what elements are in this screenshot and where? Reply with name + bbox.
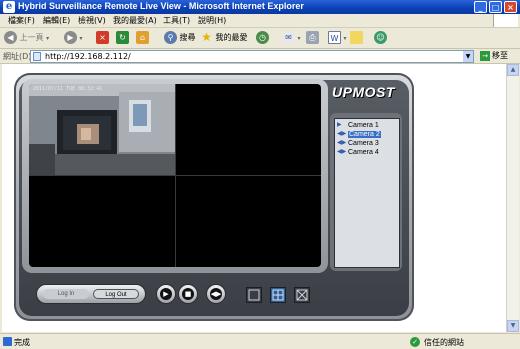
stop-button[interactable]: × (96, 31, 109, 45)
refresh-button[interactable]: ↻ (116, 31, 129, 45)
word-icon: W (328, 31, 341, 44)
layout-single-button[interactable] (246, 287, 262, 303)
camera-label: Camera 3 (348, 140, 379, 147)
mail-icon: ✉ (282, 31, 295, 44)
page-done-icon (3, 337, 12, 346)
menu-view[interactable]: 檢視(V) (78, 15, 106, 26)
record-button[interactable]: ◀▶ (206, 284, 226, 304)
folder-icon (350, 31, 363, 44)
layout-sequence-icon (296, 289, 308, 301)
go-label: 移至 (492, 51, 508, 60)
page-icon (33, 52, 41, 61)
go-arrow-icon: → (480, 50, 490, 61)
address-label: 網址(D) (3, 52, 32, 61)
menu-help[interactable]: 說明(H) (198, 15, 226, 26)
session-controls: Log In Log Out (36, 284, 146, 304)
login-button[interactable]: Log In (43, 289, 89, 299)
forward-button[interactable]: ▶ ▾ (64, 31, 83, 45)
camera-item-1[interactable]: ▶ Camera 1 (337, 122, 397, 130)
camera-list: ▶ Camera 1 ◀▶ Camera 2 ◀▶ Camera 3 ◀▶ Camera… (334, 118, 400, 268)
toolbar: ◀ 上一頁 ▾ ▶ ▾ × ↻ ⌂ ⚲ 搜尋 ★ 我的最愛 ◷ ✉ ▾ ⎙ W … (0, 28, 520, 49)
stop-icon: × (96, 31, 109, 44)
vertical-scrollbar[interactable]: ▲ ▼ (506, 64, 519, 332)
menu-bar: 檔案(F) 編輯(E) 檢視(V) 我的最愛(A) 工具(T) 說明(H) (0, 14, 520, 28)
layout-sequence-button[interactable] (294, 287, 310, 303)
history-icon: ◷ (256, 31, 269, 44)
windows-logo-icon (493, 14, 518, 27)
messenger-button[interactable]: ☺ (374, 31, 387, 45)
layout-quad-button[interactable] (270, 287, 286, 303)
scroll-down-icon[interactable]: ▼ (507, 320, 519, 332)
stop-video-button[interactable]: ■ (178, 284, 198, 304)
mail-button[interactable]: ✉ ▾ (282, 31, 301, 45)
address-url: http://192.168.2.112/ (45, 52, 131, 61)
camera-icon: ◀▶ (337, 149, 347, 156)
logout-button[interactable]: Log Out (93, 289, 139, 299)
refresh-icon: ↻ (116, 31, 129, 44)
layout-single-icon (248, 289, 260, 301)
home-button[interactable]: ⌂ (136, 31, 149, 45)
play-button[interactable]: ▶ (156, 284, 176, 304)
maximize-button[interactable]: □ (489, 1, 502, 13)
video-grid[interactable]: 2011/07/11 TUE 08:32:41 (29, 84, 321, 267)
history-button[interactable]: ◷ (256, 31, 269, 45)
menu-favorites[interactable]: 我的最愛(A) (113, 15, 157, 26)
address-bar: 網址(D) http://192.168.2.112/ ▼ → 移至 (0, 49, 520, 64)
security-zone: 信任的網站 (424, 338, 464, 347)
camera-icon: ◀▶ (337, 140, 347, 147)
camera-label: Camera 4 (348, 149, 379, 156)
camera-timestamp: 2011/07/11 TUE 08:32:41 (33, 86, 103, 92)
menu-file[interactable]: 檔案(F) (8, 15, 35, 26)
close-button[interactable]: × (504, 1, 517, 13)
trusted-check-icon: ✓ (410, 337, 420, 347)
search-icon: ⚲ (164, 31, 177, 44)
status-text: 完成 (14, 338, 30, 347)
camera-label: Camera 2 (348, 131, 381, 138)
go-button[interactable]: → 移至 (480, 50, 516, 62)
print-button[interactable]: ⎙ (306, 31, 319, 45)
brand-logo: UPMOST (332, 84, 395, 100)
edit-button[interactable]: W ▾ (328, 31, 347, 45)
address-dropdown-icon[interactable]: ▼ (463, 51, 473, 62)
camera-icon: ▶ (337, 122, 342, 129)
back-label: 上一頁 (19, 33, 44, 42)
back-button[interactable]: ◀ 上一頁 ▾ (4, 31, 49, 45)
status-bar: 完成 ✓ 信任的網站 (0, 333, 520, 349)
favorites-label: 我的最愛 (215, 33, 248, 42)
play-icon: ▶ (160, 288, 172, 300)
home-icon: ⌂ (136, 31, 149, 44)
favorites-star-icon: ★ (200, 30, 213, 44)
camera-item-4[interactable]: ◀▶ Camera 4 (337, 149, 397, 157)
title-bar: e Hybrid Surveillance Remote Live View -… (0, 0, 520, 14)
camera-feed-1[interactable]: 2011/07/11 TUE 08:32:41 (29, 84, 175, 175)
menu-edit[interactable]: 編輯(E) (43, 15, 70, 26)
scroll-up-icon[interactable]: ▲ (507, 64, 519, 76)
address-input[interactable]: http://192.168.2.112/ ▼ (30, 50, 474, 63)
favorites-button[interactable]: ★ 我的最愛 (200, 31, 248, 45)
camera-label: Camera 1 (348, 122, 379, 129)
print-icon: ⎙ (306, 31, 319, 44)
stop-square-icon: ■ (182, 288, 194, 300)
messenger-icon: ☺ (374, 31, 387, 44)
menu-tools[interactable]: 工具(T) (163, 15, 190, 26)
layout-quad-icon (272, 289, 284, 301)
back-arrow-icon: ◀ (4, 31, 17, 44)
brand-panel: UPMOST (332, 84, 404, 106)
grid-divider-vertical (175, 84, 176, 267)
minimize-button[interactable]: _ (474, 1, 487, 13)
search-label: 搜尋 (179, 33, 196, 42)
camera-item-3[interactable]: ◀▶ Camera 3 (337, 140, 397, 148)
window-title: Hybrid Surveillance Remote Live View - M… (18, 1, 304, 11)
search-button[interactable]: ⚲ 搜尋 (164, 31, 196, 45)
forward-arrow-icon: ▶ (64, 31, 77, 44)
discuss-button[interactable] (350, 31, 363, 45)
record-icon: ◀▶ (210, 288, 222, 300)
camera-icon: ◀▶ (337, 131, 347, 138)
camera-item-2[interactable]: ◀▶ Camera 2 (337, 131, 397, 139)
internet-explorer-icon: e (3, 1, 15, 13)
